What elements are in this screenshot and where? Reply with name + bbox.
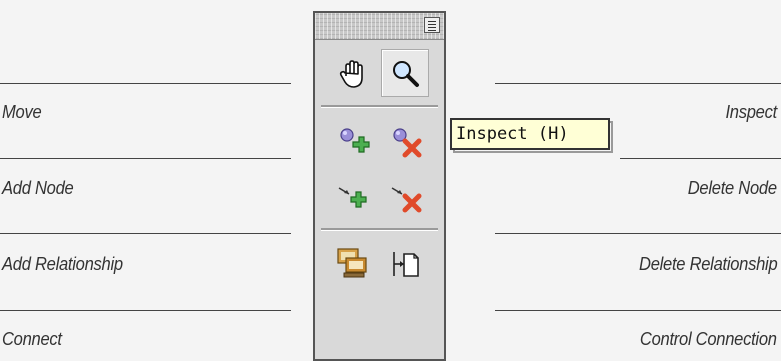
callout-line [0,233,291,234]
callout-line [495,310,781,311]
add-node-tool-button[interactable] [328,117,376,165]
callout-line [495,233,781,234]
label-control-connection: Control Connection [640,329,777,349]
label-move: Move [2,102,42,122]
delete-relationship-tool-button[interactable] [381,173,429,221]
control-connection-icon [393,252,419,277]
delete-node-icon [393,128,422,158]
label-connect: Connect [2,329,62,349]
callout-line [620,158,781,159]
palette-menu-icon[interactable] [424,17,440,33]
tool-palette [313,11,446,361]
palette-separator [321,105,438,108]
callout-line [0,158,291,159]
connect-icon [337,248,367,278]
callout-line [495,83,781,84]
add-relationship-tool-button[interactable] [328,173,376,221]
label-add-relationship: Add Relationship [2,254,123,274]
add-node-icon [340,128,370,153]
palette-separator [321,228,438,231]
callout-line [0,310,291,311]
hand-icon [339,60,363,88]
add-relationship-icon [338,187,367,208]
callout-line [0,83,291,84]
move-tool-button[interactable] [328,49,376,97]
label-delete-relationship: Delete Relationship [638,254,778,274]
magnifier-icon [393,61,419,87]
delete-node-tool-button[interactable] [381,117,429,165]
connect-tool-button[interactable] [328,239,376,287]
label-add-node: Add Node [2,178,74,198]
palette-title-bar[interactable] [315,13,444,40]
label-inspect: Inspect [725,102,778,122]
control-connection-tool-button[interactable] [381,239,429,287]
label-delete-node: Delete Node [687,178,777,198]
inspect-tool-button[interactable] [381,49,429,97]
delete-relationship-icon [391,187,422,213]
inspect-tooltip: Inspect (H) [450,118,610,150]
